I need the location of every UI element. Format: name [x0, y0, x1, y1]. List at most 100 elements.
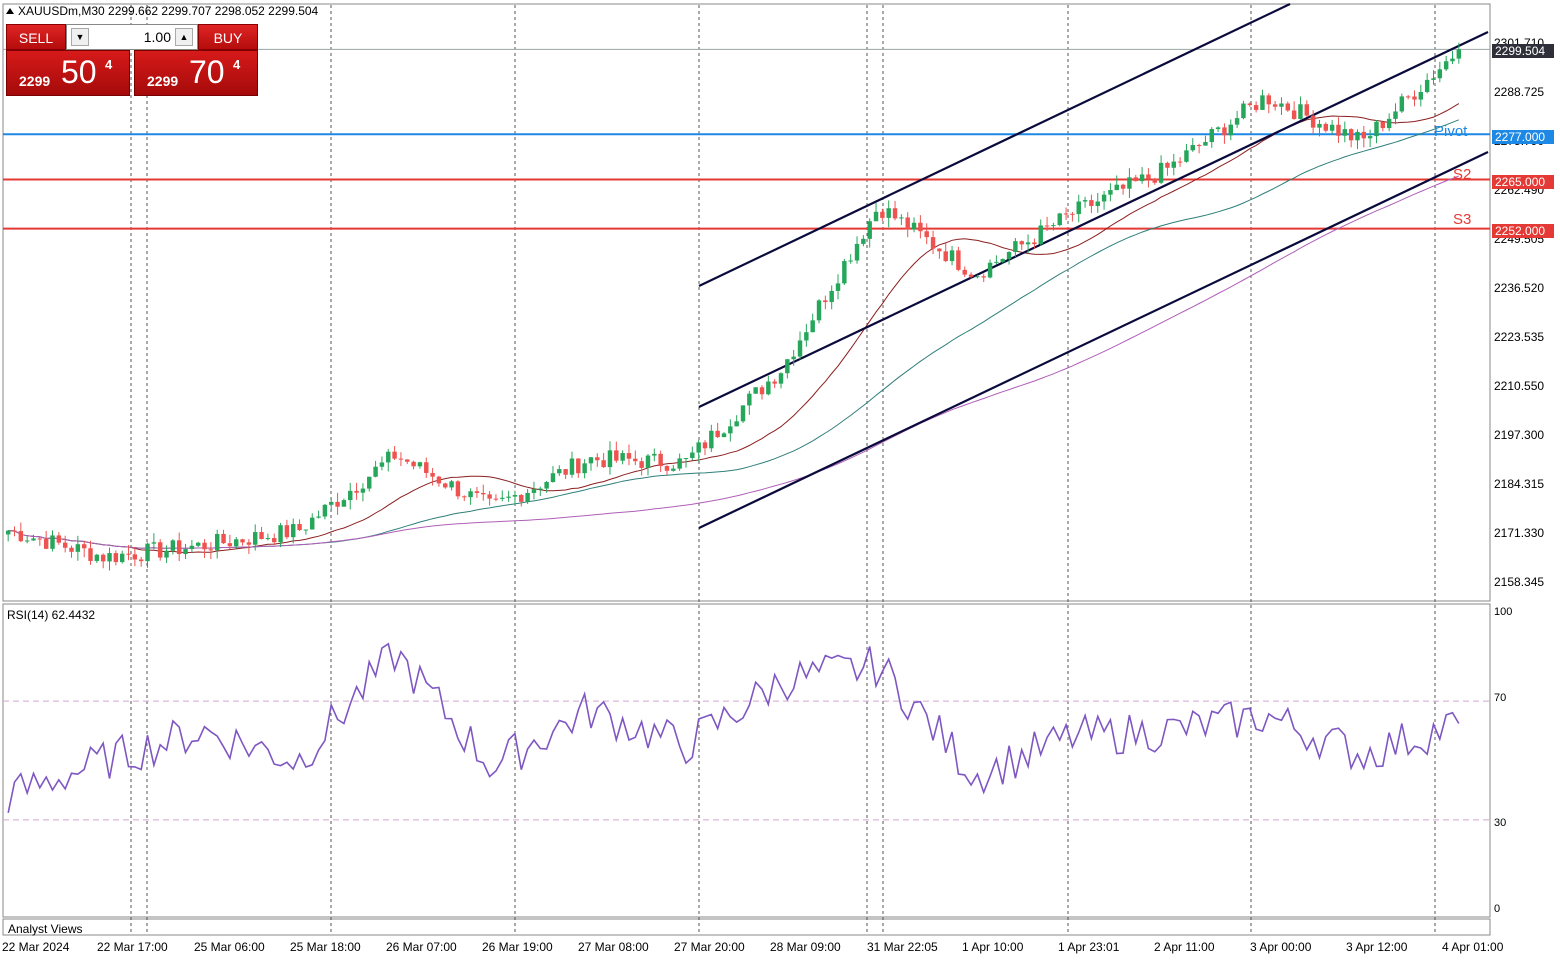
- bear-candle: [354, 490, 359, 493]
- bull-candle: [569, 458, 575, 475]
- sell-price-handle: 2299: [19, 73, 51, 89]
- bear-candle: [905, 217, 910, 230]
- bear-candle: [563, 469, 568, 475]
- one-click-trading-panel: SELL ▼ ▲ BUY 2299 50 4 2299 70 4: [6, 24, 258, 96]
- bear-candle: [1272, 104, 1278, 107]
- bear-candle: [1285, 103, 1291, 111]
- moving-averages: [8, 103, 1460, 554]
- bull-candle: [778, 373, 784, 384]
- buy-price-button[interactable]: 2299 70 4: [134, 50, 258, 96]
- sell-price-fraction: 4: [105, 57, 113, 72]
- bull-candle: [835, 283, 841, 291]
- bear-candle: [626, 453, 632, 459]
- buy-button[interactable]: BUY: [198, 24, 258, 50]
- bull-candle: [1000, 259, 1005, 262]
- bull-candle: [1127, 177, 1132, 189]
- bear-candle: [202, 542, 207, 550]
- price-tick: 2210.550: [1494, 379, 1545, 393]
- rsi-label: RSI(14) 62.4432: [7, 608, 96, 622]
- bull-candle: [861, 238, 866, 244]
- bull-candle: [119, 553, 125, 563]
- bull-candle: [854, 243, 860, 261]
- bear-candle: [1019, 241, 1024, 245]
- bull-candle: [322, 504, 328, 517]
- bull-candle: [791, 356, 796, 360]
- lot-increase-icon[interactable]: ▲: [175, 28, 193, 46]
- bear-candle: [1247, 103, 1253, 106]
- bull-candle: [1355, 131, 1360, 141]
- sell-price-button[interactable]: 2299 50 4: [6, 50, 130, 96]
- bull-candle: [1215, 127, 1221, 130]
- bull-candle: [899, 217, 904, 219]
- time-tick: 28 Mar 09:00: [770, 940, 841, 954]
- bull-candle: [1051, 225, 1056, 227]
- bear-candle: [81, 544, 87, 549]
- bear-candle: [658, 453, 663, 467]
- price-tick: 2197.300: [1494, 428, 1545, 442]
- bull-candle: [766, 381, 771, 395]
- bear-candle: [1304, 104, 1310, 116]
- buy-price-pips: 70: [189, 54, 225, 90]
- bull-candle: [728, 426, 733, 434]
- bull-candle: [386, 451, 391, 463]
- bull-candle: [975, 276, 980, 278]
- rsi-tick: 30: [1494, 817, 1507, 829]
- bull-candle: [1431, 78, 1436, 80]
- price-tick: 2236.520: [1494, 281, 1545, 295]
- bull-candle: [797, 340, 803, 357]
- bear-candle: [1310, 115, 1316, 128]
- rsi-indicator: [3, 642, 1490, 821]
- bear-candle: [1253, 105, 1259, 110]
- lot-size-input[interactable]: [93, 28, 171, 46]
- bear-candle: [240, 539, 245, 543]
- bear-candle: [100, 554, 106, 562]
- lot-decrease-icon[interactable]: ▼: [71, 28, 89, 46]
- bear-candle: [157, 542, 163, 558]
- time-tick: 26 Mar 07:00: [386, 940, 457, 954]
- time-tick: 22 Mar 17:00: [97, 940, 168, 954]
- chart-canvas[interactable]: [0, 0, 1560, 960]
- bull-candle: [949, 250, 955, 262]
- bull-candle: [550, 473, 556, 482]
- bear-candle: [487, 494, 492, 499]
- bull-candle: [886, 208, 891, 218]
- bull-candle: [753, 387, 758, 394]
- bull-candle: [1171, 161, 1176, 168]
- bear-candle: [138, 559, 144, 562]
- collapse-triangle-icon[interactable]: [6, 8, 14, 14]
- bull-candle: [842, 260, 847, 284]
- bear-candle: [113, 553, 119, 563]
- bull-candle: [1234, 118, 1240, 125]
- bear-candle: [956, 250, 961, 270]
- bull-candle: [24, 540, 30, 542]
- bull-candle: [829, 290, 834, 303]
- bull-candle: [734, 421, 739, 427]
- bear-candle: [411, 461, 416, 467]
- time-tick: 26 Mar 19:00: [482, 940, 553, 954]
- bear-candle: [1133, 177, 1138, 182]
- bear-candle: [633, 458, 638, 462]
- sell-button[interactable]: SELL: [6, 24, 66, 50]
- bear-candle: [930, 237, 936, 249]
- bull-candle: [816, 300, 822, 321]
- rsi-line: [7, 642, 1460, 813]
- bull-candle: [747, 393, 752, 406]
- bull-candle: [1437, 69, 1443, 79]
- bull-candle: [987, 262, 993, 278]
- bull-candle: [652, 453, 657, 456]
- time-tick: 27 Mar 08:00: [578, 940, 649, 954]
- bull-candle: [417, 462, 423, 467]
- bull-candle: [1025, 242, 1031, 245]
- bull-candle: [367, 476, 372, 489]
- bear-candle: [474, 491, 480, 493]
- bull-candle: [291, 524, 296, 538]
- bull-candle: [1298, 104, 1303, 119]
- bull-candle: [1456, 49, 1462, 59]
- bull-candle: [329, 501, 334, 505]
- bear-candle: [43, 539, 49, 549]
- bear-candle: [424, 462, 429, 474]
- bull-candle: [671, 468, 676, 471]
- bear-candle: [481, 492, 486, 495]
- bear-candle: [455, 481, 461, 497]
- bull-candle: [1399, 96, 1405, 112]
